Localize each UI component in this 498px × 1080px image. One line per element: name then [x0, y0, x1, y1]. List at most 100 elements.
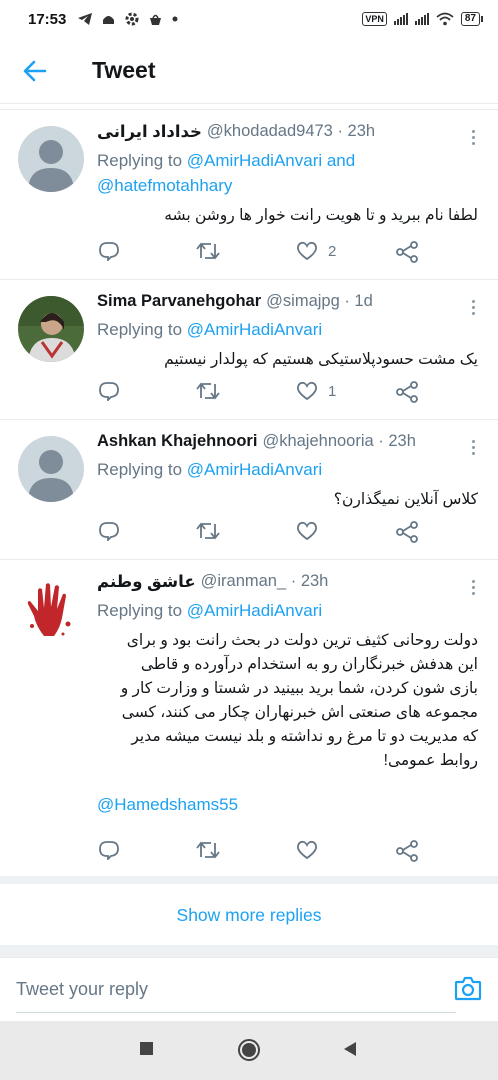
mention-link[interactable]: @AmirHadiAnvari [187, 460, 322, 479]
tweet-actions: 2 [98, 241, 428, 265]
tweet-body: Sima Parvanehgohar @simajpg · 1d Replyin… [97, 292, 478, 372]
replying-prefix: Replying to [97, 320, 187, 339]
reply-button[interactable] [98, 241, 120, 261]
reply-icon [99, 242, 119, 261]
avatar[interactable] [18, 576, 84, 642]
heart-icon [297, 521, 317, 541]
like-button[interactable]: 2 [296, 241, 336, 261]
retweet-button[interactable] [196, 521, 220, 541]
author-name[interactable]: Sima Parvanehgohar [97, 292, 261, 311]
tweet-body: خداداد ایرانی @khodadad9473 · 23h Replyi… [97, 122, 478, 228]
reply-button[interactable] [98, 521, 120, 541]
author-handle: @iranman_ · 23h [200, 572, 329, 590]
mention-link[interactable]: @AmirHadiAnvari [187, 601, 322, 620]
share-button[interactable] [396, 840, 418, 862]
status-time: 17:53 [28, 10, 67, 28]
like-count: 2 [328, 242, 337, 260]
like-button[interactable]: 1 [296, 381, 336, 401]
retweet-icon [196, 242, 220, 260]
retweet-button[interactable] [196, 241, 220, 261]
signal-icon-2 [414, 13, 429, 25]
tweet-text: دولت روحانی کثیف ترین دولت در بحث رانت ب… [97, 629, 478, 773]
telegram-icon [78, 13, 93, 25]
like-count: 1 [328, 382, 337, 400]
status-bar: 17:53 VPN 87 [0, 0, 498, 38]
replying-prefix: Replying to [97, 151, 187, 170]
settings-icon [125, 12, 139, 26]
replying-to: Replying to @AmirHadiAnvari and @hatefmo… [97, 148, 478, 198]
back-nav-button[interactable] [343, 1041, 357, 1062]
share-icon [396, 381, 418, 403]
tweet-text-line: این هدفش خبرنگاران رو به استخدام درآورده… [140, 656, 478, 673]
photo-avatar-icon [18, 296, 84, 362]
avatar[interactable] [18, 126, 84, 192]
tweet-text-line: بازی شون کردن، شما برید ببینید در شستا و… [120, 680, 478, 697]
show-more-replies-button[interactable]: Show more replies [0, 885, 498, 945]
tweet-text-line: که مدیریت دو تا مرغ رو نداشته و بلد نیست… [131, 728, 478, 745]
mention-link[interactable]: @Hamedshams55 [97, 795, 478, 815]
more-options-icon[interactable] [472, 580, 476, 598]
avatar[interactable] [18, 436, 84, 502]
more-options-icon[interactable] [472, 440, 476, 458]
share-button[interactable] [396, 521, 418, 543]
heart-icon [297, 840, 317, 860]
notification-icons [78, 12, 178, 26]
tweet-text: یک مشت حسودپلاستیکی هستیم که پولدار نیست… [164, 351, 478, 368]
camera-icon [454, 976, 482, 1001]
reply-input[interactable]: Tweet your reply [16, 967, 456, 1013]
reply-button[interactable] [98, 381, 120, 401]
heart-icon [297, 241, 317, 261]
author-name[interactable]: Ashkan Khajehnoori [97, 432, 257, 451]
tweet-actions [98, 840, 428, 864]
author-name[interactable]: خداداد ایرانی [97, 122, 202, 142]
share-button[interactable] [396, 241, 418, 263]
mention-link[interactable]: @AmirHadiAnvari and [187, 151, 355, 170]
circle-icon [238, 1039, 260, 1061]
share-button[interactable] [396, 381, 418, 403]
tweet-text-line: مجموعه های صنعتی اش خبرنهاران چکار می کن… [121, 704, 478, 721]
like-button[interactable] [296, 840, 318, 860]
signal-icon [393, 13, 408, 25]
tweet-card[interactable]: Ashkan Khajehnoori @khajehnooria · 23h R… [0, 420, 498, 560]
tweet-text: لطفا نام ببرید و تا هویت رانت خوار ها رو… [164, 207, 478, 224]
mention-link[interactable]: @AmirHadiAnvari [187, 320, 322, 339]
reply-icon [99, 841, 119, 860]
back-button[interactable] [0, 38, 70, 104]
author-handle: @simajpg · 1d [266, 292, 373, 310]
more-options-icon[interactable] [472, 300, 476, 318]
retweet-icon [196, 522, 220, 540]
author-handle: @khodadad9473 · 23h [206, 122, 376, 140]
tweet-card[interactable]: خداداد ایرانی @khodadad9473 · 23h Replyi… [0, 110, 498, 280]
reply-button[interactable] [98, 840, 120, 860]
back-triangle-icon [344, 1042, 356, 1056]
tweet-card[interactable]: Sima Parvanehgohar @simajpg · 1d Replyin… [0, 280, 498, 420]
battery-indicator: 87 [460, 12, 484, 26]
home-button[interactable] [237, 1038, 261, 1067]
retweet-icon [196, 382, 220, 400]
default-avatar-icon [18, 126, 84, 192]
camera-button[interactable] [454, 975, 482, 1006]
retweet-button[interactable] [196, 840, 220, 860]
section-separator [0, 945, 498, 957]
bag-icon [150, 14, 162, 25]
retweet-button[interactable] [196, 381, 220, 401]
tweet-body: Ashkan Khajehnoori @khajehnooria · 23h R… [97, 432, 478, 512]
page-title: Tweet [92, 57, 156, 83]
section-separator [0, 876, 498, 884]
tweet-card[interactable]: عاشق وطنم @iranman_ · 23h Replying to @A… [0, 560, 498, 874]
tweet-header: Ashkan Khajehnoori @khajehnooria · 23h [97, 432, 478, 451]
like-button[interactable] [296, 521, 318, 541]
app-header: Tweet [0, 38, 498, 104]
author-name[interactable]: عاشق وطنم [97, 572, 196, 592]
reply-icon [99, 522, 119, 541]
recents-button[interactable] [139, 1041, 154, 1061]
avatar[interactable] [18, 296, 84, 362]
wifi-icon [436, 12, 454, 26]
mention-link[interactable]: @hatefmotahhary [97, 176, 232, 195]
tweet-body: عاشق وطنم @iranman_ · 23h Replying to @A… [97, 572, 478, 815]
retweet-icon [196, 841, 220, 859]
dot-icon [172, 16, 178, 22]
tweet-header: خداداد ایرانی @khodadad9473 · 23h [97, 122, 478, 142]
replying-to: Replying to @AmirHadiAnvari [97, 598, 478, 623]
more-options-icon[interactable] [472, 130, 476, 148]
